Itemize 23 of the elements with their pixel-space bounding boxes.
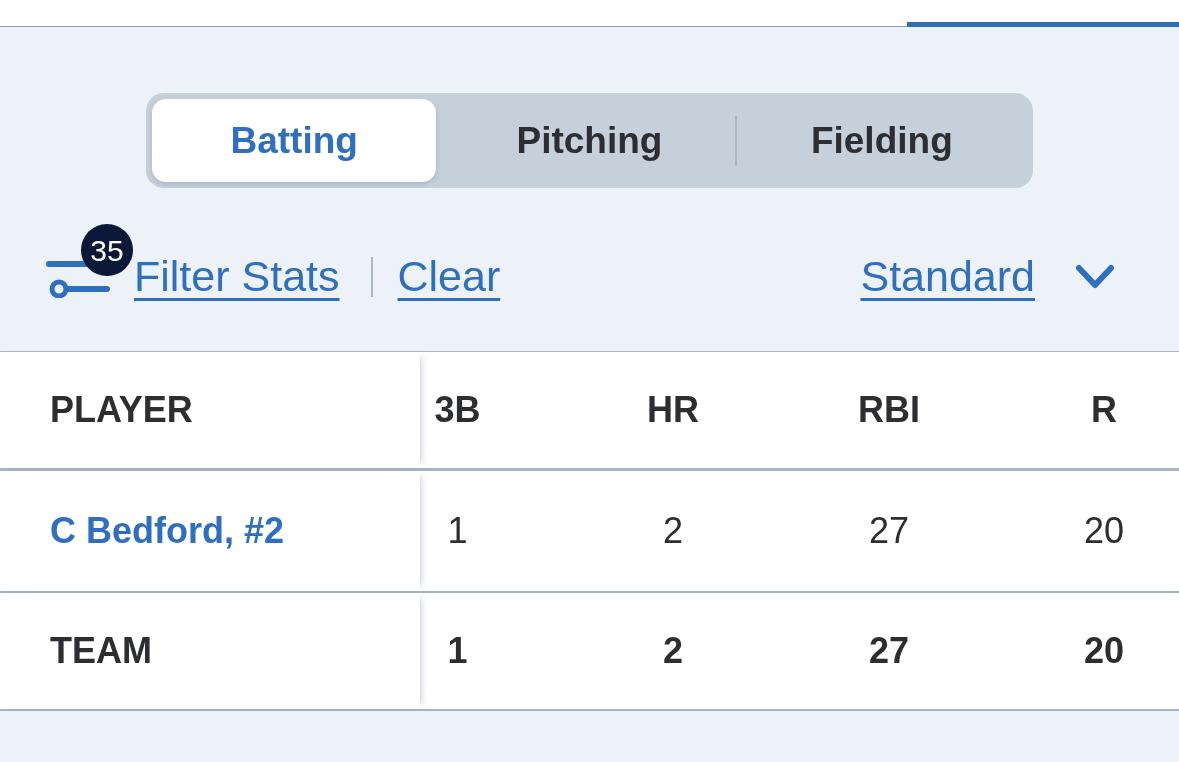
table-cell: 2 (663, 510, 683, 552)
player-link[interactable]: C Bedford, #2 (50, 510, 285, 552)
table-cell: 20 (1083, 510, 1124, 552)
view-select-link[interactable]: Standard (860, 255, 1035, 298)
table-cell: 2 (663, 630, 683, 672)
table-cell: 20 (1083, 630, 1124, 672)
column-header[interactable]: RBI (858, 389, 920, 431)
filter-stats-link[interactable]: Filter Stats (134, 255, 340, 298)
column-header[interactable]: R (1091, 389, 1117, 431)
segment-tab[interactable]: Fielding (736, 99, 1027, 182)
segment-tab[interactable]: Batting (152, 99, 437, 182)
table-cell: TEAM (50, 630, 152, 672)
column-header[interactable]: 3B (434, 389, 481, 431)
count-badge: 35 (81, 224, 133, 276)
table-cell: 27 (868, 510, 909, 552)
chevron-down-icon[interactable] (1075, 264, 1115, 290)
column-header[interactable]: HR (647, 389, 699, 431)
clear-link[interactable]: Clear (397, 255, 501, 298)
table-cell: 27 (868, 630, 909, 672)
table-cell: 1 (447, 510, 468, 552)
segment-tab[interactable]: Pitching (444, 99, 735, 182)
column-header[interactable]: PLAYER (50, 389, 193, 431)
table-cell: 1 (447, 630, 468, 672)
